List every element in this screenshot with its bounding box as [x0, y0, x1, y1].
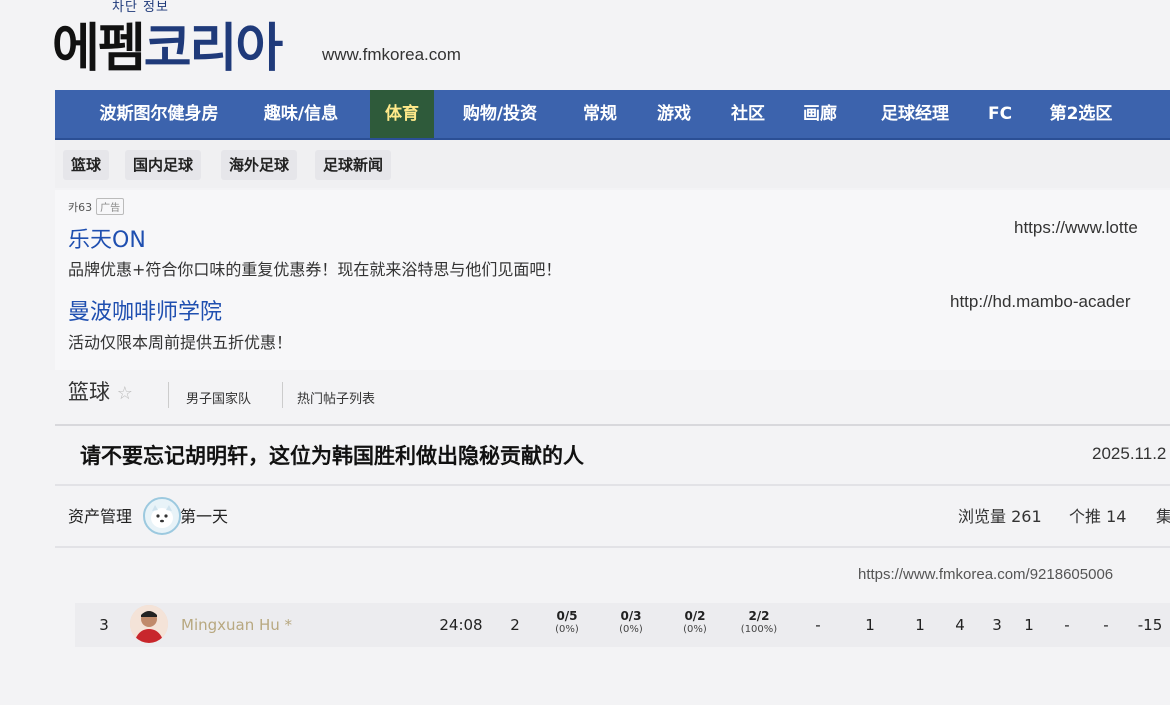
player-points: 2	[510, 616, 520, 634]
main-nav: 波斯图尔健身房 趣味/信息 体育 购物/投资 常规 游戏 社区 画廊 足球经理 …	[55, 90, 1170, 140]
stat-cell: 3	[992, 616, 1002, 634]
player-minutes: 24:08	[439, 616, 483, 634]
logo-text-b: 코리아	[143, 19, 284, 79]
ad-desc-mambo: 活动仅限本周前提供五折优惠！	[68, 333, 293, 352]
views-stat: 浏览量 261	[958, 503, 1042, 527]
post-permalink[interactable]: https://www.fmkorea.com/9218605006	[858, 566, 1113, 583]
player-avatar	[130, 605, 168, 643]
recommend-stat: 个推 14	[1069, 503, 1126, 527]
stat-other: 2/2 (100%)	[735, 609, 783, 637]
views-label: 浏览量	[958, 507, 1007, 526]
nav-item-community[interactable]: 社区	[723, 90, 773, 138]
divider	[55, 546, 1170, 548]
stat-cell: 4	[955, 616, 965, 634]
post-title: 请不要忘记胡明轩，这位为韩国胜利做出隐秘贡献的人	[80, 444, 584, 468]
sub-nav-basketball[interactable]: 篮球	[63, 150, 110, 180]
ad-title-mambo[interactable]: 曼波咖啡师学院	[68, 294, 222, 326]
author-prefix: 资产管理	[68, 507, 133, 526]
ad-badge: 广告	[96, 198, 125, 215]
stat-other-pct: (100%)	[740, 624, 778, 635]
divider	[55, 424, 1170, 426]
stat-ft-pct: (0%)	[683, 624, 707, 635]
recommend-count: 14	[1106, 507, 1127, 526]
site-logo[interactable]: 에펨코리아	[52, 6, 284, 81]
stat-cell: 1	[915, 616, 925, 634]
stat-fg-pct: (0%)	[555, 624, 579, 635]
divider	[282, 382, 283, 408]
stat-cell: -	[1103, 616, 1109, 634]
ad-title-lotte[interactable]: 乐天ON	[68, 222, 146, 254]
player-number: 3	[99, 616, 109, 634]
author-name[interactable]: 第一天	[180, 503, 228, 527]
ad-label: 카63	[68, 201, 93, 214]
stat-three-pointers: 0/3 (0%)	[609, 609, 653, 637]
board-title[interactable]: 篮球 ☆	[68, 376, 133, 406]
ad-desc-lotte: 品牌优惠+符合你口味的重复优惠券！现在就来浴特思与他们见面吧！	[68, 260, 562, 279]
stat-cell: -	[815, 616, 821, 634]
recommend-label: 个推	[1069, 507, 1102, 526]
nav-item-shopping[interactable]: 购物/投资	[453, 90, 547, 138]
nav-item-general[interactable]: 常规	[575, 90, 625, 138]
sub-nav-football-news[interactable]: 足球新闻	[315, 150, 392, 180]
stat-three-made: 0/3	[620, 609, 642, 623]
sub-nav-overseas-football[interactable]: 海外足球	[221, 150, 298, 180]
divider	[55, 484, 1170, 486]
nav-item-fun-info[interactable]: 趣味/信息	[255, 90, 347, 138]
player-stats-row: 3 Mingxuan Hu * 24:08 2 0/5 (0%) 0/3 (0%) …	[75, 603, 1170, 647]
stat-other-made: 2/2	[748, 609, 770, 623]
stat-cell: 1	[1024, 616, 1034, 634]
nav-item-fc[interactable]: FC	[983, 90, 1017, 138]
nav-item-gallery[interactable]: 画廊	[795, 90, 845, 138]
board-link-hot-posts[interactable]: 热门帖子列表	[297, 388, 375, 407]
post-date: 2025.11.2	[1092, 444, 1167, 463]
nav-item-second-district[interactable]: 第2选区	[1041, 90, 1121, 138]
stat-cell: -	[1064, 616, 1070, 634]
board-title-text: 篮球	[68, 380, 110, 404]
player-name[interactable]: Mingxuan Hu *	[181, 603, 292, 647]
nav-item-gym[interactable]: 波斯图尔健身房	[89, 90, 229, 138]
nav-item-football-manager[interactable]: 足球经理	[870, 90, 960, 138]
sub-nav: 篮球 国内足球 海外足球 足球新闻	[55, 140, 1170, 188]
site-url: www.fmkorea.com	[322, 45, 461, 64]
stat-three-pct: (0%)	[619, 624, 643, 635]
stat-free-throws: 0/2 (0%)	[673, 609, 717, 637]
logo-text-a: 에펨	[52, 19, 146, 79]
nav-item-games[interactable]: 游戏	[649, 90, 699, 138]
stat-cell: 1	[865, 616, 875, 634]
nav-item-sports[interactable]: 体育	[370, 90, 434, 138]
stat-plus-minus: -15	[1137, 616, 1163, 634]
sub-nav-domestic-football[interactable]: 国内足球	[125, 150, 202, 180]
star-outline-icon[interactable]: ☆	[117, 383, 133, 404]
divider	[168, 382, 169, 408]
stat-field-goals: 0/5 (0%)	[545, 609, 589, 637]
stat-ft-made: 0/2	[684, 609, 706, 623]
board-link-national-team[interactable]: 男子国家队	[186, 388, 251, 407]
ad-header: 카63 广告	[68, 196, 125, 215]
ad-url-mambo[interactable]: http://hd.mambo-acader	[950, 292, 1130, 312]
stat-fg-made: 0/5	[556, 609, 578, 623]
comments-label: 集	[1156, 507, 1170, 526]
ad-url-lotte[interactable]: https://www.lotte	[1014, 218, 1138, 238]
author-avatar-icon[interactable]	[143, 497, 181, 535]
views-count: 261	[1011, 507, 1042, 526]
